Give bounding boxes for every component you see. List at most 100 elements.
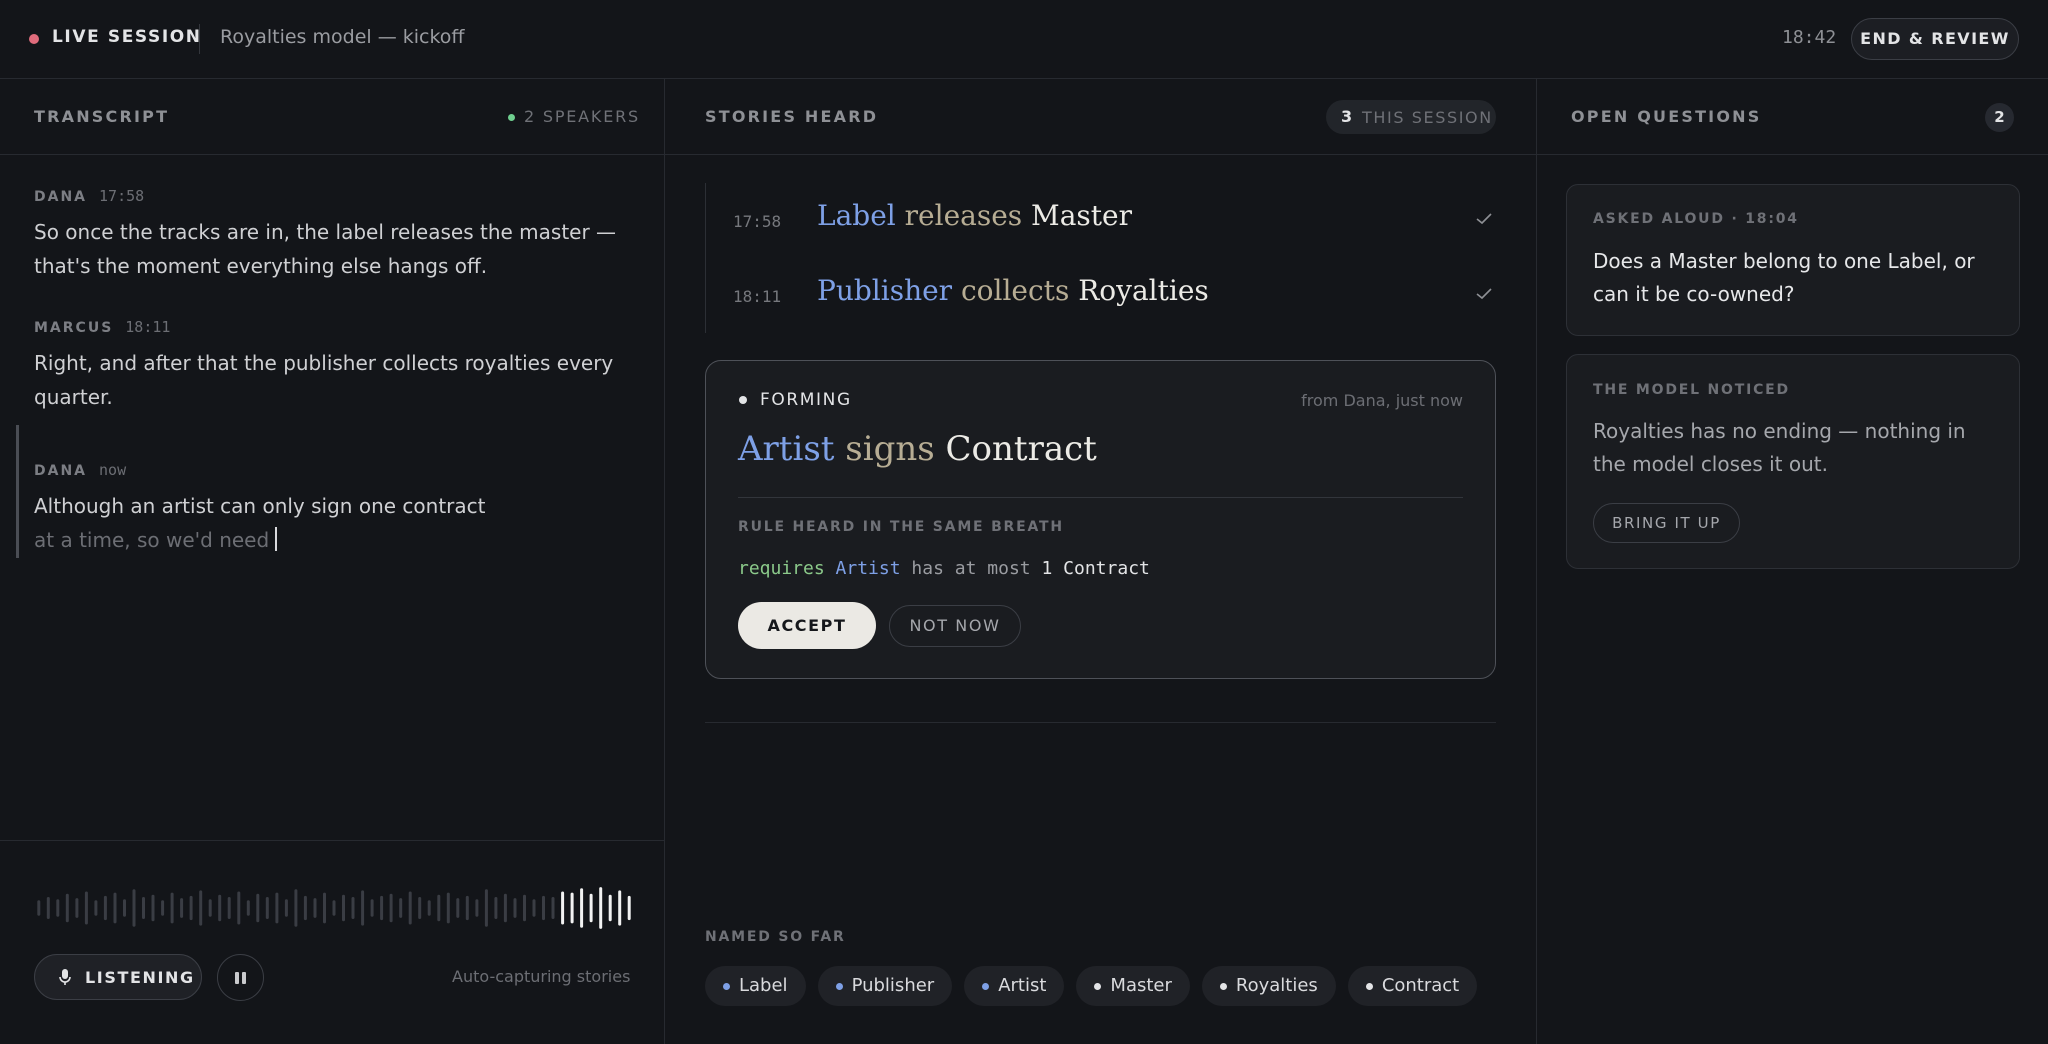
waveform-bar <box>123 899 126 917</box>
waveform-bar <box>418 897 422 919</box>
entity-chip[interactable]: Royalties <box>1201 966 1336 1006</box>
waveform-bar <box>237 891 241 925</box>
transcript-title: TRANSCRIPT <box>34 107 170 126</box>
entity-label: Royalties <box>1235 975 1318 996</box>
entry-text: Although an artist can only sign one con… <box>34 489 534 557</box>
waveform-bar <box>218 894 222 922</box>
waveform-bar <box>227 897 231 919</box>
entity-dot <box>1094 983 1102 990</box>
story-verb: releases <box>904 199 1023 232</box>
waveform-bar <box>208 899 212 917</box>
waveform-bar <box>332 900 336 916</box>
waveform-bar <box>323 892 326 924</box>
entity-chip[interactable]: Artist <box>964 966 1065 1006</box>
pause-icon-bar <box>242 972 246 984</box>
waveform-bar <box>180 898 184 918</box>
waveform-bar <box>561 891 565 925</box>
waveform-bar <box>475 899 479 917</box>
rule-label: RULE HEARD IN THE SAME BREATH <box>738 519 1064 535</box>
story-object: Master <box>1031 199 1132 232</box>
session-count-badge: 3 THIS SESSION <box>1326 100 1496 134</box>
speaker-name: DANA <box>34 189 88 205</box>
microphone-icon <box>59 969 71 985</box>
entity-label: Master <box>1110 975 1172 996</box>
waveform-bar <box>513 898 517 918</box>
waveform-bar <box>361 890 365 926</box>
story-time: 17:58 <box>733 212 782 231</box>
story-subject: Publisher <box>817 274 953 307</box>
entity-chip[interactable]: Master <box>1076 966 1190 1006</box>
column-divider <box>664 79 665 1044</box>
rule-object: Contract <box>1063 558 1150 579</box>
waveform-bar <box>170 892 174 924</box>
pending-text: at a time, so we'd need <box>34 528 270 552</box>
entry-time: 17:58 <box>99 187 145 205</box>
waveform-bar <box>303 895 307 921</box>
audio-waveform <box>37 887 631 929</box>
rule-expression: requires Artist has at most 1 Contract <box>738 558 1150 579</box>
waveform-bar <box>46 897 50 919</box>
entity-dot <box>1219 983 1227 990</box>
waveform-bar <box>380 895 384 921</box>
waveform-bar <box>618 890 622 926</box>
listening-button[interactable]: LISTENING <box>34 954 202 1000</box>
waveform-bar <box>294 889 298 927</box>
asked-question-card[interactable]: ASKED ALOUD · 18:04 Does a Master belong… <box>1566 184 2020 336</box>
questions-header: OPEN QUESTIONS 2 <box>1537 79 2048 155</box>
waveform-bar <box>151 894 155 922</box>
accept-button[interactable]: ACCEPT <box>738 602 876 649</box>
waveform-bar <box>437 894 441 922</box>
waveform-bar <box>503 893 507 923</box>
speaker-name: DANA <box>34 463 88 479</box>
waveform-bar <box>132 889 136 927</box>
questions-title: OPEN QUESTIONS <box>1571 107 1762 126</box>
story-subject: Artist <box>738 429 835 469</box>
waveform-bar <box>456 898 460 918</box>
waveform-bar <box>494 897 498 919</box>
waveform-bar <box>408 891 412 925</box>
live-indicator-dot <box>29 34 39 44</box>
waveform-bar <box>551 897 555 919</box>
entity-chip[interactable]: Publisher <box>817 966 953 1006</box>
live-transcript-entry: DANA now Although an artist can only sign… <box>34 460 534 557</box>
waveform-bar <box>523 894 526 922</box>
waveform-bar <box>446 892 450 924</box>
waveform-bar <box>84 891 88 925</box>
waveform-bar <box>580 888 584 928</box>
waveform-bar <box>256 893 260 923</box>
rule-keyword: requires <box>738 558 825 579</box>
speakers-count: 2 SPEAKERS <box>524 107 640 126</box>
entity-chip[interactable]: Contract <box>1347 966 1478 1006</box>
stories-title: STORIES HEARD <box>705 107 879 126</box>
waveform-bar <box>342 894 345 922</box>
waveform-bar <box>589 893 593 923</box>
entry-text: Right, and after that the publisher coll… <box>34 351 614 409</box>
pause-button[interactable] <box>217 954 264 1001</box>
transcript-header: TRANSCRIPT 2 SPEAKERS <box>0 79 664 155</box>
bring-it-up-button[interactable]: BRING IT UP <box>1593 503 1740 543</box>
question-label: ASKED ALOUD · 18:04 <box>1593 211 1799 227</box>
divider <box>738 497 1463 498</box>
entity-dot <box>723 983 730 990</box>
session-count-label: THIS SESSION <box>1362 108 1493 127</box>
noticed-text: Royalties has no ending — nothing in the… <box>1593 419 1966 476</box>
text-caret <box>275 527 278 551</box>
named-so-far-label: NAMED SO FAR <box>705 929 846 945</box>
not-now-button[interactable]: NOT NOW <box>889 605 1021 647</box>
waveform-bar <box>56 899 60 917</box>
waveform-bar <box>161 900 165 916</box>
entity-label: Artist <box>998 975 1047 996</box>
entity-label: Publisher <box>851 975 935 996</box>
entity-chip[interactable]: Label <box>705 966 806 1006</box>
rule-constraint: has at most <box>911 558 1031 579</box>
story-item[interactable]: 18:11 Publisher collects Royalties <box>705 271 1495 321</box>
waveform-bar <box>608 894 612 922</box>
divider <box>705 722 1496 723</box>
waveform-bar <box>113 892 117 924</box>
end-and-review-button[interactable]: END & REVIEW <box>1851 18 2019 60</box>
story-item[interactable]: 17:58 Label releases Master <box>705 196 1495 246</box>
story-verb: signs <box>845 429 935 469</box>
story-subject: Label <box>817 199 896 232</box>
auto-capture-status: Auto-capturing stories <box>452 967 631 986</box>
waveform-bar <box>532 899 536 917</box>
